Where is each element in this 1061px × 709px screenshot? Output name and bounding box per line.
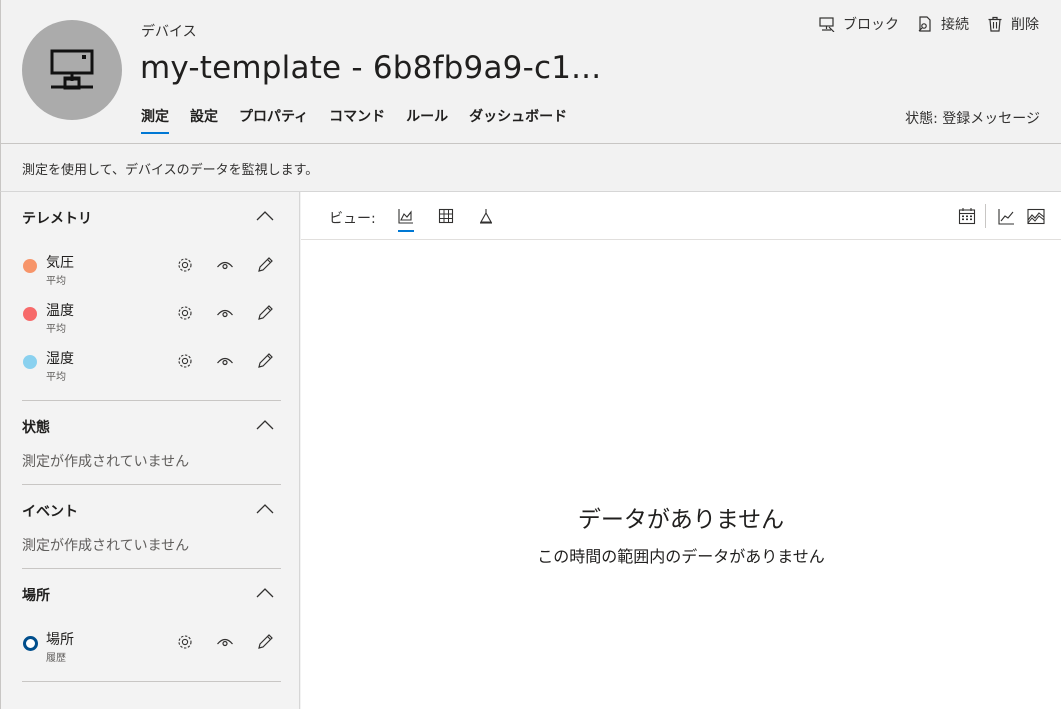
device-icon: [50, 49, 94, 90]
delete-label: 削除: [1011, 17, 1039, 33]
trash-icon: [988, 16, 1002, 32]
pencil-edit-icon[interactable]: [255, 255, 275, 275]
state-heading: 状態: [22, 420, 50, 436]
tab-bar: 測定 設定 プロパティ コマンド ルール ダッシュボード: [141, 106, 588, 134]
tab-settings[interactable]: 設定: [190, 106, 218, 132]
pencil-edit-icon[interactable]: [255, 351, 275, 371]
telemetry-heading: テレメトリ: [22, 211, 92, 227]
events-heading: イベント: [22, 504, 78, 520]
gear-icon[interactable]: [175, 351, 195, 371]
eye-icon[interactable]: [215, 351, 235, 371]
description-text: 測定を使用して、デバイスのデータを監視します。: [22, 163, 319, 178]
empty-state-subtitle: この時間の範囲内のデータがありません: [537, 547, 825, 566]
series-color-dot: [23, 355, 37, 369]
header-actions: ブロック 接続 削除: [801, 14, 1039, 34]
telemetry-label: 温度: [46, 303, 74, 319]
connect-icon: [918, 16, 931, 32]
device-avatar: [22, 20, 122, 120]
block-label: ブロック: [843, 17, 899, 33]
section-divider: [22, 400, 281, 401]
telemetry-aggregation: 平均: [46, 276, 66, 287]
active-view-indicator: [398, 230, 414, 232]
eye-icon[interactable]: [215, 303, 235, 323]
gear-icon[interactable]: [175, 255, 195, 275]
tab-properties[interactable]: プロパティ: [239, 106, 308, 132]
location-history: 履歴: [46, 653, 66, 664]
line-chart-icon[interactable]: [996, 206, 1016, 226]
tab-dashboard[interactable]: ダッシュボード: [469, 106, 567, 132]
telemetry-collapse-chevron-up-icon[interactable]: [256, 210, 274, 222]
section-divider: [22, 568, 281, 569]
section-divider: [22, 681, 281, 682]
toolbar-divider: [985, 204, 986, 228]
location-ring-icon: [23, 636, 38, 651]
location-item: 場所 履歴: [22, 629, 282, 665]
tab-rules[interactable]: ルール: [406, 106, 448, 132]
section-divider: [22, 484, 281, 485]
events-empty-text: 測定が作成されていません: [22, 538, 190, 554]
status-text: 状態: 登録メッセージ: [905, 111, 1040, 127]
series-color-dot: [23, 307, 37, 321]
state-empty-text: 測定が作成されていません: [22, 454, 190, 470]
gear-icon[interactable]: [175, 632, 195, 652]
tab-commands[interactable]: コマンド: [329, 106, 385, 132]
pencil-edit-icon[interactable]: [255, 303, 275, 323]
connect-label: 接続: [941, 17, 969, 33]
chart-area: ビュー: データがありません この時間の範囲内のデータがありません: [301, 192, 1061, 709]
location-collapse-chevron-up-icon[interactable]: [256, 587, 274, 599]
chart-toolbar: ビュー:: [301, 192, 1061, 240]
page-title: my-template - 6b8fb9a9-c1...: [140, 50, 602, 86]
line-chart-view-icon[interactable]: [396, 206, 416, 226]
series-color-dot: [23, 259, 37, 273]
telemetry-item-pressure: 気圧 平均: [22, 252, 282, 288]
telemetry-label: 湿度: [46, 351, 74, 367]
device-header: デバイス my-template - 6b8fb9a9-c1... 測定 設定 …: [0, 0, 1061, 144]
grid-view-icon[interactable]: [436, 206, 456, 226]
gear-icon[interactable]: [175, 303, 195, 323]
telemetry-aggregation: 平均: [46, 372, 66, 383]
calendar-icon[interactable]: [957, 206, 977, 226]
pencil-edit-icon[interactable]: [255, 632, 275, 652]
telemetry-aggregation: 平均: [46, 324, 66, 335]
event-view-icon[interactable]: [476, 206, 496, 226]
eye-icon[interactable]: [215, 255, 235, 275]
delete-button[interactable]: 削除: [987, 14, 1039, 34]
block-icon: [819, 17, 835, 32]
measurements-sidebar: テレメトリ 気圧 平均 温度 平均 湿度 平均 状態 測定が作成されていません …: [0, 192, 300, 709]
area-chart-icon[interactable]: [1026, 206, 1046, 226]
empty-state-title: データがありません: [577, 507, 785, 533]
state-collapse-chevron-up-icon[interactable]: [256, 419, 274, 431]
telemetry-label: 気圧: [46, 255, 74, 271]
location-heading: 場所: [22, 588, 50, 604]
connect-button[interactable]: 接続: [917, 14, 969, 34]
page-eyebrow: デバイス: [141, 24, 197, 40]
view-label: ビュー:: [329, 211, 376, 227]
description-bar: 測定を使用して、デバイスのデータを監視します。: [0, 144, 1061, 192]
location-label: 場所: [46, 632, 74, 648]
telemetry-item-temperature: 温度 平均: [22, 300, 282, 336]
eye-icon[interactable]: [215, 632, 235, 652]
events-collapse-chevron-up-icon[interactable]: [256, 503, 274, 515]
block-button[interactable]: ブロック: [819, 14, 899, 34]
tab-measurements[interactable]: 測定: [141, 106, 169, 134]
telemetry-item-humidity: 湿度 平均: [22, 348, 282, 384]
